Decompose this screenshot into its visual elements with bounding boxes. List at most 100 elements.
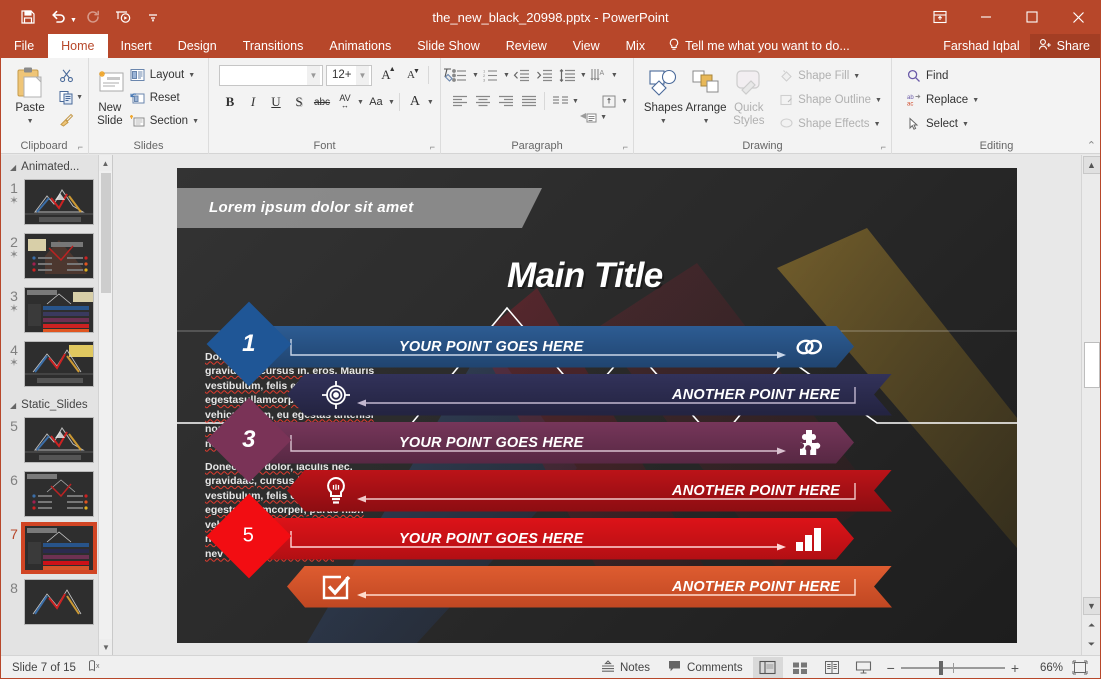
tab-design[interactable]: Design <box>165 34 230 58</box>
find-button[interactable]: Find <box>902 65 983 87</box>
slide-thumbnail-pane[interactable]: ◢ Animated... 1 ✶ 2 ✶ 3 ✶ 4 ✶ ◢ Static_S… <box>0 155 113 655</box>
close-button[interactable] <box>1055 0 1101 34</box>
new-slide-button[interactable]: New Slide <box>94 62 126 128</box>
paragraph-dialog-launcher[interactable]: ⌐ <box>623 142 628 152</box>
convert-smartart-caret-icon[interactable]: ▼ <box>600 114 607 121</box>
thumbnail-item-7[interactable]: 7 <box>0 522 112 577</box>
select-button[interactable]: Select ▼ <box>902 113 983 135</box>
ribbon-display-options-icon[interactable] <box>917 0 963 34</box>
font-size-input[interactable]: 12+ ▼ <box>326 64 372 86</box>
align-right-button[interactable] <box>495 90 517 112</box>
start-presentation-icon[interactable] <box>109 4 137 30</box>
change-case-caret-icon[interactable]: ▼ <box>388 99 395 106</box>
thumbnail-item-8[interactable]: 8 <box>0 577 112 631</box>
zoom-in-button[interactable]: + <box>1011 660 1019 676</box>
bullets-button[interactable] <box>449 64 471 86</box>
layout-button[interactable]: Layout ▼ <box>126 64 203 86</box>
font-color-caret-icon[interactable]: ▼ <box>427 99 434 106</box>
center-button[interactable] <box>472 90 494 112</box>
notes-button[interactable]: Notes <box>593 657 658 679</box>
decrease-indent-button[interactable] <box>511 64 533 86</box>
slide-header-title[interactable]: Lorem ipsum dolor sit amet <box>177 188 522 228</box>
columns-caret-icon[interactable]: ▼ <box>572 98 579 105</box>
section-button[interactable]: Section ▼ <box>126 110 203 132</box>
collapse-triangle-icon[interactable]: ◢ <box>10 401 16 410</box>
zoom-out-button[interactable]: − <box>887 660 895 676</box>
slide-sorter-view-button[interactable] <box>785 657 815 679</box>
normal-view-button[interactable] <box>752 656 783 679</box>
copy-caret-icon[interactable]: ▼ <box>76 94 83 101</box>
bold-button[interactable]: B <box>219 91 241 113</box>
slide-banner-3[interactable]: YOUR POINT GOES HERE <box>249 422 854 464</box>
font-name-caret-icon[interactable]: ▼ <box>307 65 320 85</box>
zoom-level[interactable]: 66% <box>1027 662 1063 674</box>
replace-caret-icon[interactable]: ▼ <box>972 97 979 104</box>
align-text-caret-icon[interactable]: ▼ <box>621 98 628 105</box>
tab-review[interactable]: Review <box>493 34 560 58</box>
thumbnail-item-4[interactable]: 4 ✶ <box>0 339 112 393</box>
paste-button[interactable]: Paste ▼ <box>5 62 55 128</box>
thumbnail-item-1[interactable]: 1 ✶ <box>0 177 112 231</box>
thumbnail-preview-3[interactable] <box>24 287 94 333</box>
canvas-scroll-track[interactable] <box>1083 174 1100 596</box>
scroll-up-icon[interactable]: ▲ <box>99 155 112 171</box>
slide-banner-5[interactable]: YOUR POINT GOES HERE <box>249 518 854 560</box>
shape-outline-button[interactable]: Shape Outline ▼ <box>774 89 886 111</box>
layout-caret-icon[interactable]: ▼ <box>188 72 195 79</box>
change-case-button[interactable]: Aa <box>365 91 387 113</box>
cut-button[interactable] <box>55 65 83 85</box>
tell-me-box[interactable]: Tell me what you want to do... <box>658 34 860 58</box>
section-header-static[interactable]: ◢ Static_Slides <box>0 393 112 415</box>
slide-banner-4[interactable]: ANOTHER POINT HERE <box>287 470 892 512</box>
increase-font-size-button[interactable]: A ▲ <box>375 64 397 86</box>
collapse-ribbon-button[interactable]: ⌃ <box>1087 139 1096 152</box>
thumbnail-scrollbar[interactable]: ▲ ▼ <box>98 155 112 655</box>
slide-main-title[interactable]: Main Title <box>507 256 663 296</box>
slide-canvas[interactable]: Lorem ipsum dolor sit amet Main Title Do… <box>177 167 1017 643</box>
spell-check-icon[interactable]: x <box>88 659 104 676</box>
line-spacing-caret-icon[interactable]: ▼ <box>580 72 587 79</box>
reading-view-button[interactable] <box>817 657 847 679</box>
tab-home[interactable]: Home <box>48 34 108 58</box>
strikethrough-button[interactable]: abc <box>311 91 333 113</box>
tab-transitions[interactable]: Transitions <box>230 34 317 58</box>
save-icon[interactable] <box>14 4 42 30</box>
font-name-input[interactable]: ▼ <box>219 64 323 86</box>
quick-styles-button[interactable]: Quick Styles <box>727 62 770 128</box>
decrease-font-size-button[interactable]: A ▼ <box>400 64 422 86</box>
tab-slide-show[interactable]: Slide Show <box>404 34 493 58</box>
user-account-name[interactable]: Farshad Iqbal <box>943 39 1029 53</box>
text-direction-button[interactable]: A <box>588 64 610 86</box>
font-size-caret-icon[interactable]: ▼ <box>356 65 369 85</box>
undo-caret-icon[interactable]: ▼ <box>70 17 77 24</box>
character-spacing-button[interactable]: AV ↔ <box>334 91 356 113</box>
italic-button[interactable]: I <box>242 91 264 113</box>
columns-button[interactable] <box>549 90 571 112</box>
arrange-button[interactable]: Arrange ▼ <box>685 62 728 128</box>
select-caret-icon[interactable]: ▼ <box>962 121 969 128</box>
bullets-caret-icon[interactable]: ▼ <box>472 72 479 79</box>
minimize-button[interactable] <box>963 0 1009 34</box>
shapes-caret-icon[interactable]: ▼ <box>660 115 667 128</box>
tab-file[interactable]: File <box>0 34 48 58</box>
previous-slide-icon[interactable]: ⏶ <box>1083 616 1101 634</box>
slide-show-view-button[interactable] <box>849 657 879 679</box>
replace-button[interactable]: ab ac Replace ▼ <box>902 89 983 111</box>
text-direction-caret-icon[interactable]: ▼ <box>611 72 618 79</box>
tab-insert[interactable]: Insert <box>108 34 165 58</box>
convert-smartart-button[interactable] <box>577 106 599 128</box>
thumbnail-scroll-thumb[interactable] <box>101 173 111 293</box>
next-slide-icon[interactable]: ⏷ <box>1083 635 1101 653</box>
section-caret-icon[interactable]: ▼ <box>192 118 199 125</box>
line-spacing-button[interactable] <box>557 64 579 86</box>
shapes-button[interactable]: Shapes ▼ <box>642 62 685 128</box>
section-header-animated[interactable]: ◢ Animated... <box>0 155 112 177</box>
undo-icon[interactable] <box>44 4 72 30</box>
thumbnail-preview-7[interactable] <box>21 522 97 574</box>
thumbnail-preview-2[interactable] <box>24 233 94 279</box>
thumbnail-preview-1[interactable] <box>24 179 94 225</box>
shape-effects-button[interactable]: Shape Effects ▼ <box>774 113 886 135</box>
thumbnail-item-3[interactable]: 3 ✶ <box>0 285 112 339</box>
font-dialog-launcher[interactable]: ⌐ <box>430 142 435 152</box>
arrange-caret-icon[interactable]: ▼ <box>703 115 710 128</box>
